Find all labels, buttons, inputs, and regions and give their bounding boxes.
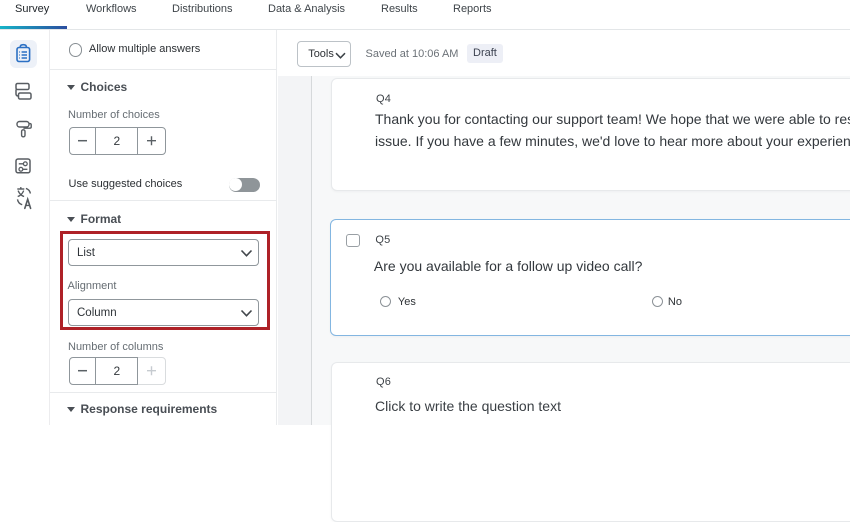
svg-text:2: 2 bbox=[113, 364, 120, 378]
svg-text:2: 2 bbox=[113, 134, 120, 148]
